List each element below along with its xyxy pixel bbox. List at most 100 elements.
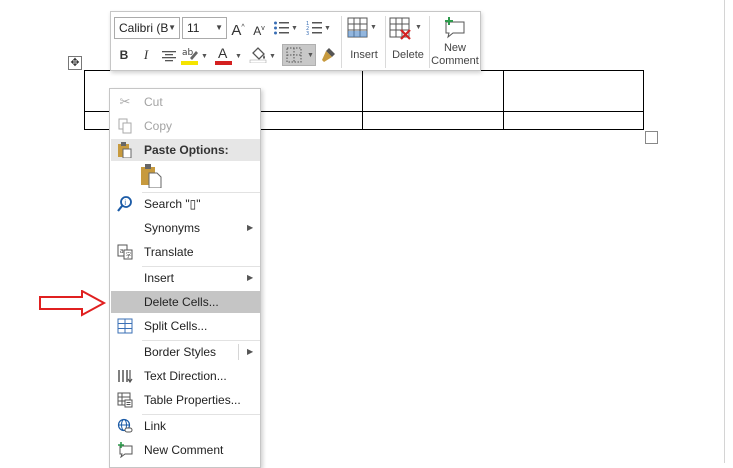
menu-item-label: Delete Cells... bbox=[144, 295, 219, 309]
chevron-right-icon: ▶ bbox=[247, 273, 254, 282]
numbering-icon: 1 2 3 bbox=[306, 21, 322, 37]
font-color-bar bbox=[215, 61, 232, 65]
menu-item-label: Insert bbox=[144, 271, 175, 285]
menu-item-cut[interactable]: ✂ Cut bbox=[111, 91, 260, 113]
menu-item-text-direction[interactable]: Text Direction... bbox=[111, 365, 260, 387]
highlighter-icon: ab bbox=[181, 48, 198, 65]
menu-item-label: Cut bbox=[144, 95, 163, 109]
menu-item-border-styles[interactable]: Border Styles ▶ bbox=[111, 341, 260, 363]
menu-item-copy[interactable]: Copy bbox=[111, 115, 260, 137]
toolbar-separator bbox=[429, 16, 430, 68]
menu-item-new-comment[interactable]: New Comment bbox=[111, 439, 260, 461]
highlight-button[interactable]: ab ▼ bbox=[181, 45, 209, 65]
center-align-button[interactable] bbox=[162, 50, 176, 62]
font-name-box[interactable]: Calibri (B ▼ bbox=[114, 17, 180, 39]
new-comment-label-line2: Comment bbox=[431, 55, 479, 67]
chevron-right-icon: ▶ bbox=[247, 347, 254, 356]
new-comment-button[interactable]: New Comment bbox=[431, 16, 479, 70]
font-color-icon: A bbox=[218, 45, 228, 61]
paste-keep-text-only-button[interactable] bbox=[140, 164, 164, 190]
chevron-down-icon: ▼ bbox=[168, 23, 176, 32]
table-border-left bbox=[84, 70, 85, 130]
font-size-box[interactable]: 11 ▼ bbox=[182, 17, 227, 39]
table-border-right bbox=[643, 70, 644, 130]
split-cells-icon bbox=[117, 318, 133, 334]
table-resize-handle[interactable] bbox=[645, 131, 658, 144]
format-painter-button[interactable] bbox=[319, 46, 337, 64]
shrink-font-button[interactable]: Av bbox=[251, 20, 267, 40]
insert-label: Insert bbox=[350, 49, 378, 61]
menu-item-label: Border Styles bbox=[144, 345, 217, 359]
svg-text:i: i bbox=[124, 199, 126, 207]
toolbar-separator bbox=[385, 16, 386, 68]
menu-item-label: Split Cells... bbox=[144, 319, 208, 333]
submenu-divider bbox=[238, 344, 239, 360]
font-size-value: 11 bbox=[187, 21, 200, 35]
grow-font-button[interactable]: A^ bbox=[230, 19, 246, 40]
svg-text:字: 字 bbox=[126, 252, 132, 260]
grow-font-icon: A bbox=[231, 22, 242, 39]
delete-table-icon bbox=[389, 17, 411, 40]
menu-item-table-properties[interactable]: Table Properties... bbox=[111, 389, 260, 411]
translate-icon: a字 bbox=[117, 244, 133, 260]
menu-item-label: New Comment bbox=[144, 443, 224, 457]
chevron-down-icon: ▼ bbox=[324, 25, 331, 32]
menu-item-search[interactable]: i Search "▯" bbox=[111, 193, 260, 215]
table-properties-icon bbox=[117, 392, 133, 408]
borders-button[interactable]: ▼ bbox=[282, 44, 316, 66]
table-column-divider bbox=[362, 70, 363, 130]
align-center-icon bbox=[162, 51, 176, 62]
menu-item-translate[interactable]: a字 Translate bbox=[111, 241, 260, 263]
chevron-down-icon: ▼ bbox=[215, 23, 223, 32]
chevron-down-icon: ▼ bbox=[291, 25, 298, 32]
search-icon: i bbox=[117, 196, 133, 212]
italic-button[interactable]: I bbox=[139, 46, 153, 64]
clipboard-icon bbox=[117, 142, 133, 159]
bold-button[interactable]: B bbox=[117, 46, 131, 64]
menu-item-label: Copy bbox=[144, 119, 173, 133]
toolbar-separator bbox=[341, 16, 342, 68]
chevron-down-icon: ▼ bbox=[415, 24, 422, 31]
menu-item-synonyms[interactable]: Synonyms ▶ bbox=[111, 217, 260, 239]
paste-icon bbox=[141, 164, 162, 189]
menu-item-link[interactable]: Link bbox=[111, 415, 260, 437]
mini-toolbar: Calibri (B ▼ 11 ▼ A^ Av ▼ 1 2 3 ▼ B I ab… bbox=[110, 11, 481, 71]
borders-icon bbox=[286, 47, 302, 63]
new-comment-icon bbox=[445, 17, 465, 39]
menu-item-label: Table Properties... bbox=[144, 393, 241, 407]
bullets-button[interactable]: ▼ bbox=[273, 20, 298, 38]
insert-table-icon bbox=[347, 17, 368, 38]
chevron-right-icon: ▶ bbox=[247, 223, 254, 232]
menu-item-label: Paste Options: bbox=[144, 143, 229, 157]
insert-button[interactable]: ▼ Insert bbox=[345, 16, 383, 68]
new-comment-icon bbox=[117, 442, 133, 459]
menu-item-insert[interactable]: Insert ▶ bbox=[111, 267, 260, 289]
context-menu: ✂ Cut Copy Paste Options: i Search "▯" S… bbox=[109, 88, 261, 468]
paint-bucket-icon bbox=[249, 47, 267, 64]
menu-item-split-cells[interactable]: Split Cells... bbox=[111, 315, 260, 337]
font-color-button[interactable]: A ▼ bbox=[215, 45, 243, 65]
menu-item-delete-cells[interactable]: Delete Cells... bbox=[111, 291, 260, 313]
menu-item-label: Text Direction... bbox=[144, 369, 227, 383]
paintbrush-icon bbox=[322, 48, 335, 62]
numbering-button[interactable]: 1 2 3 ▼ bbox=[306, 20, 332, 38]
chevron-down-icon: ▼ bbox=[235, 53, 242, 60]
new-comment-label-line1: New bbox=[443, 42, 466, 54]
menu-item-label: Search "▯" bbox=[144, 197, 201, 211]
table-move-handle-icon[interactable]: ✥ bbox=[68, 56, 82, 70]
menu-item-label: Link bbox=[144, 419, 167, 433]
menu-header-paste-options: Paste Options: bbox=[111, 139, 260, 161]
delete-button[interactable]: ▼ Delete bbox=[387, 16, 427, 68]
svg-text:a: a bbox=[120, 247, 124, 255]
chevron-down-icon: ▼ bbox=[269, 53, 276, 60]
scissors-icon: ✂ bbox=[119, 94, 131, 109]
menu-item-label: Translate bbox=[144, 245, 194, 259]
copy-icon bbox=[117, 118, 133, 134]
link-icon bbox=[117, 418, 133, 434]
table-column-divider bbox=[503, 70, 504, 130]
shading-button[interactable]: ▼ bbox=[249, 45, 277, 65]
svg-text:3: 3 bbox=[306, 31, 309, 36]
delete-label: Delete bbox=[392, 49, 424, 61]
chevron-down-icon: ▼ bbox=[201, 53, 208, 60]
red-arrow-annotation-icon bbox=[39, 290, 107, 317]
